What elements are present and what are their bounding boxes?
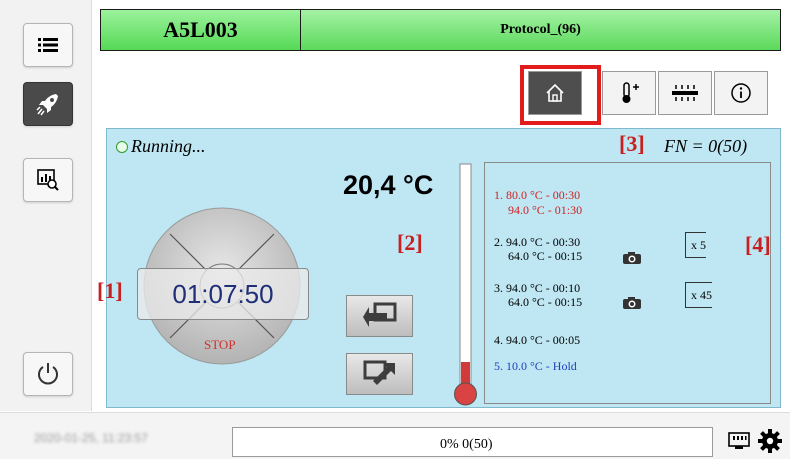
annotation-2: [2] [397, 230, 423, 255]
step-5-line-1: 5. 10.0 °C - Hold [494, 359, 577, 373]
run-status: Running... [116, 136, 206, 157]
run-button[interactable] [23, 82, 73, 126]
step-1-line-2: 94.0 °C - 01:30 [508, 203, 583, 217]
instrument-id: A5L003 [101, 10, 301, 50]
protocol-name[interactable]: Protocol_(96) [301, 10, 780, 50]
step-3-line-2: 64.0 °C - 00:15 [508, 295, 583, 309]
tab-temperature[interactable] [602, 71, 656, 115]
header-bar: A5L003 Protocol_(96) [100, 9, 781, 51]
step-4-line-1: 4. 94.0 °C - 00:05 [494, 333, 581, 347]
menu-list-icon [38, 38, 58, 52]
thermometer-plus-icon [622, 82, 639, 103]
annotation-4: [4] [745, 232, 771, 257]
return-arrow-icon [362, 302, 396, 327]
current-temperature: 20,4 °C [343, 170, 434, 200]
camera-icon [623, 252, 641, 264]
run-progress-text: 0% 0(50) [440, 437, 493, 452]
power-button[interactable] [23, 352, 73, 396]
power-icon [38, 363, 58, 385]
forward-arrow-icon [363, 360, 395, 385]
info-icon [731, 83, 751, 103]
heater-lid-icon [672, 85, 698, 101]
run-timer: 01:07:50 [137, 268, 309, 320]
status-datetime: 2020-01-25, 11:23:57 [34, 431, 148, 445]
stop-button[interactable]: STOP [204, 337, 236, 353]
fn-counter: FN = 0(50) [664, 136, 748, 156]
camera-icon [623, 297, 641, 309]
run-status-text: Running... [131, 136, 206, 156]
chart-search-icon [37, 169, 59, 191]
status-indicator [116, 140, 128, 153]
step-2-repeat: x 5 [685, 232, 706, 258]
annotation-3: [3] [619, 131, 645, 156]
active-tab-highlight [520, 65, 601, 125]
thermometer-gauge [454, 163, 477, 406]
step-2-line-1: 2. 94.0 °C - 00:30 [494, 235, 581, 249]
rocket-icon [36, 94, 58, 116]
ethernet-icon [728, 432, 750, 449]
step-2-line-2: 64.0 °C - 00:15 [508, 249, 583, 263]
skip-back-button[interactable] [346, 295, 413, 337]
settings-gear-icon[interactable] [757, 428, 783, 454]
skip-forward-button[interactable] [346, 353, 413, 395]
step-3-line-1: 3. 94.0 °C - 00:10 [494, 281, 581, 295]
tab-heated-lid[interactable] [658, 71, 712, 115]
tab-info[interactable] [714, 71, 768, 115]
analysis-button[interactable] [23, 158, 73, 202]
annotation-1: [1] [97, 278, 123, 303]
menu-button[interactable] [23, 23, 73, 67]
step-1-line-1: 1. 80.0 °C - 00:30 [494, 188, 581, 202]
step-3-repeat: x 45 [685, 282, 712, 308]
